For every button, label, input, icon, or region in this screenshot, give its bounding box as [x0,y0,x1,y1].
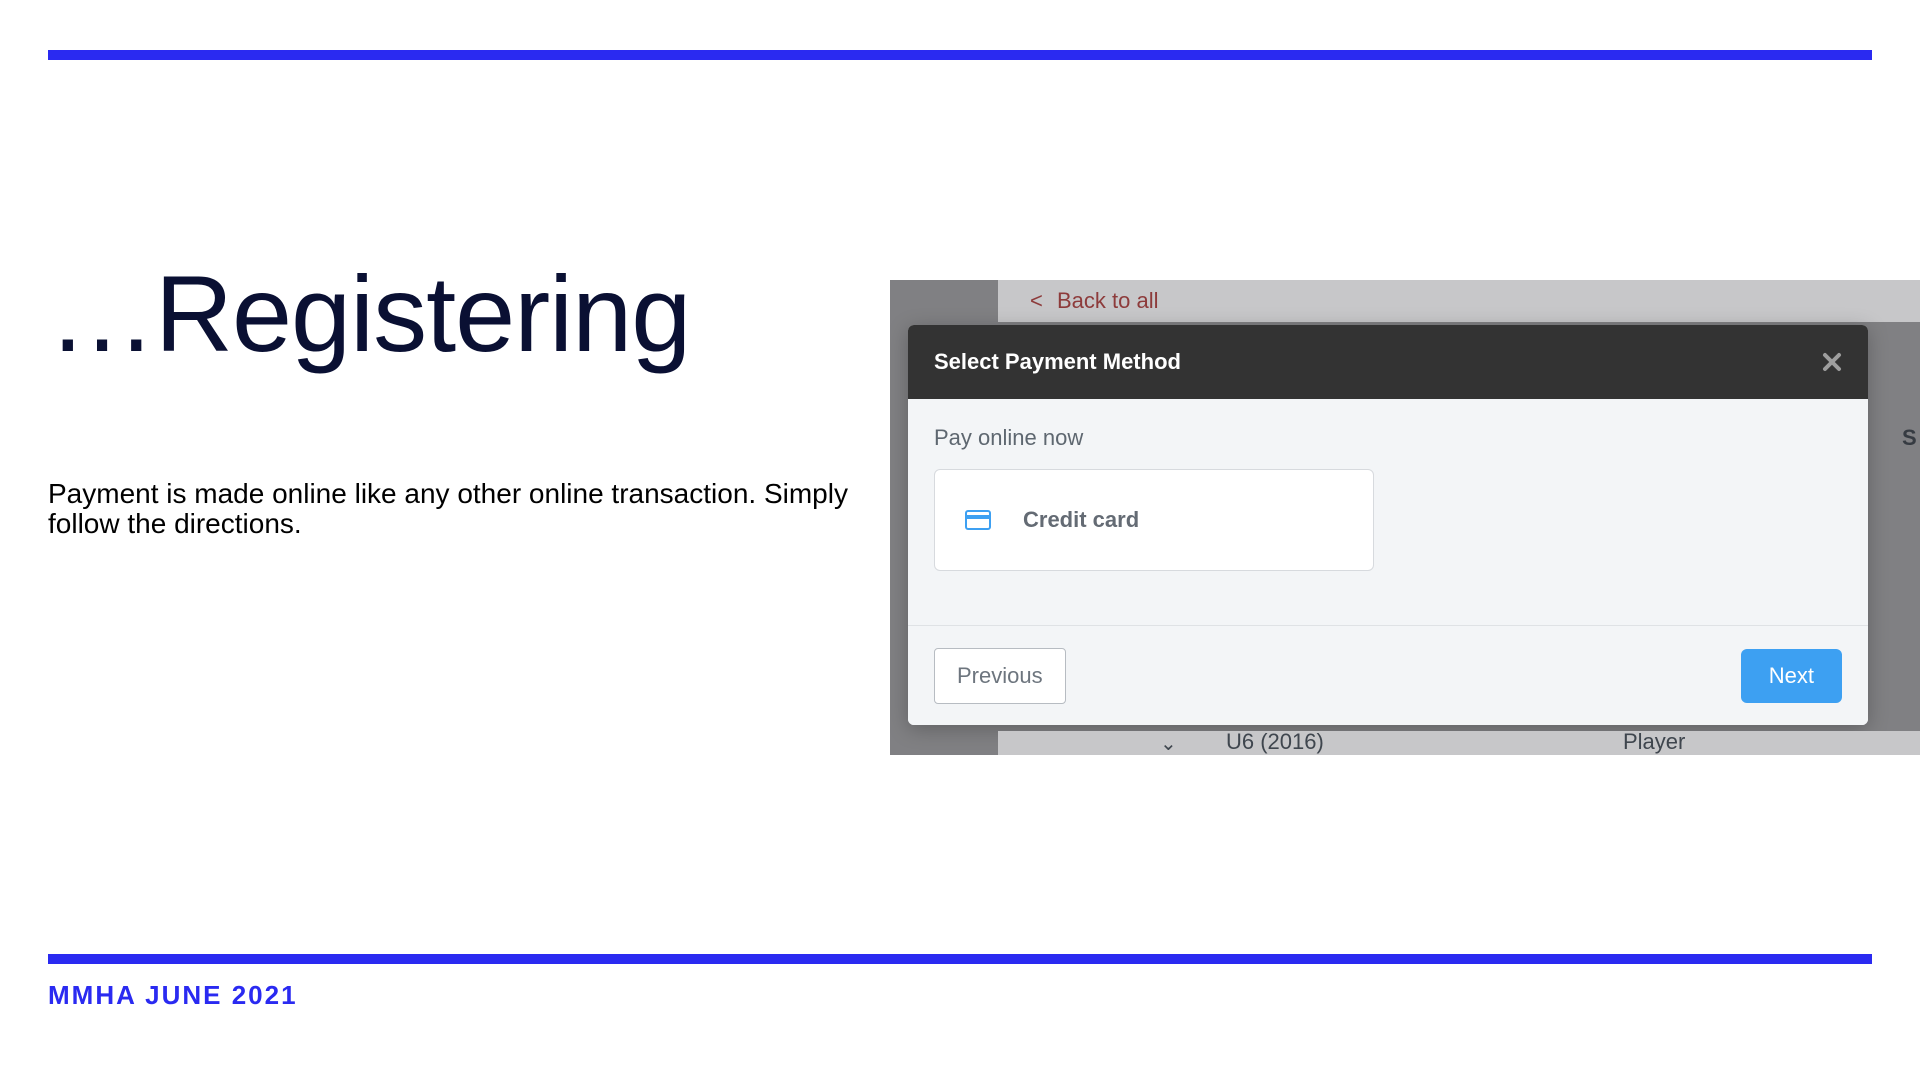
modal-header: Select Payment Method [908,325,1868,399]
pay-online-label: Pay online now [934,425,1842,451]
cropped-text-fragment: S [1902,425,1920,459]
credit-card-label: Credit card [1023,507,1139,533]
chevron-down-icon[interactable]: ⌄ [1160,731,1177,755]
back-link-label: Back to all [1057,288,1159,313]
next-button[interactable]: Next [1741,649,1842,703]
modal-body: Pay online now Credit card [908,399,1868,625]
background-row: ⌄ U6 (2016) Player [998,731,1920,755]
slide: …Registering Payment is made online like… [0,0,1920,1080]
accent-bar-top [48,50,1872,60]
slide-footer: MMHA JUNE 2021 [48,980,298,1011]
modal-footer: Previous Next [908,625,1868,725]
modal-title: Select Payment Method [934,349,1181,375]
select-payment-modal: Select Payment Method Pay online now [908,325,1868,725]
background-row-item: U6 (2016) [1226,731,1324,755]
back-row: < Back to all [998,280,1920,322]
close-icon[interactable] [1822,352,1842,372]
chevron-left-icon: < [1030,288,1043,313]
back-to-all-link[interactable]: < Back to all [1030,288,1158,314]
accent-bar-bottom [48,954,1872,964]
embedded-screenshot: < Back to all Select Payment Method Pay … [890,280,1920,755]
slide-body-text: Payment is made online like any other on… [48,479,858,539]
previous-button[interactable]: Previous [934,648,1066,704]
slide-title: …Registering [48,260,690,368]
background-row-role: Player [1623,731,1685,755]
credit-card-icon [965,510,991,530]
credit-card-option[interactable]: Credit card [934,469,1374,571]
